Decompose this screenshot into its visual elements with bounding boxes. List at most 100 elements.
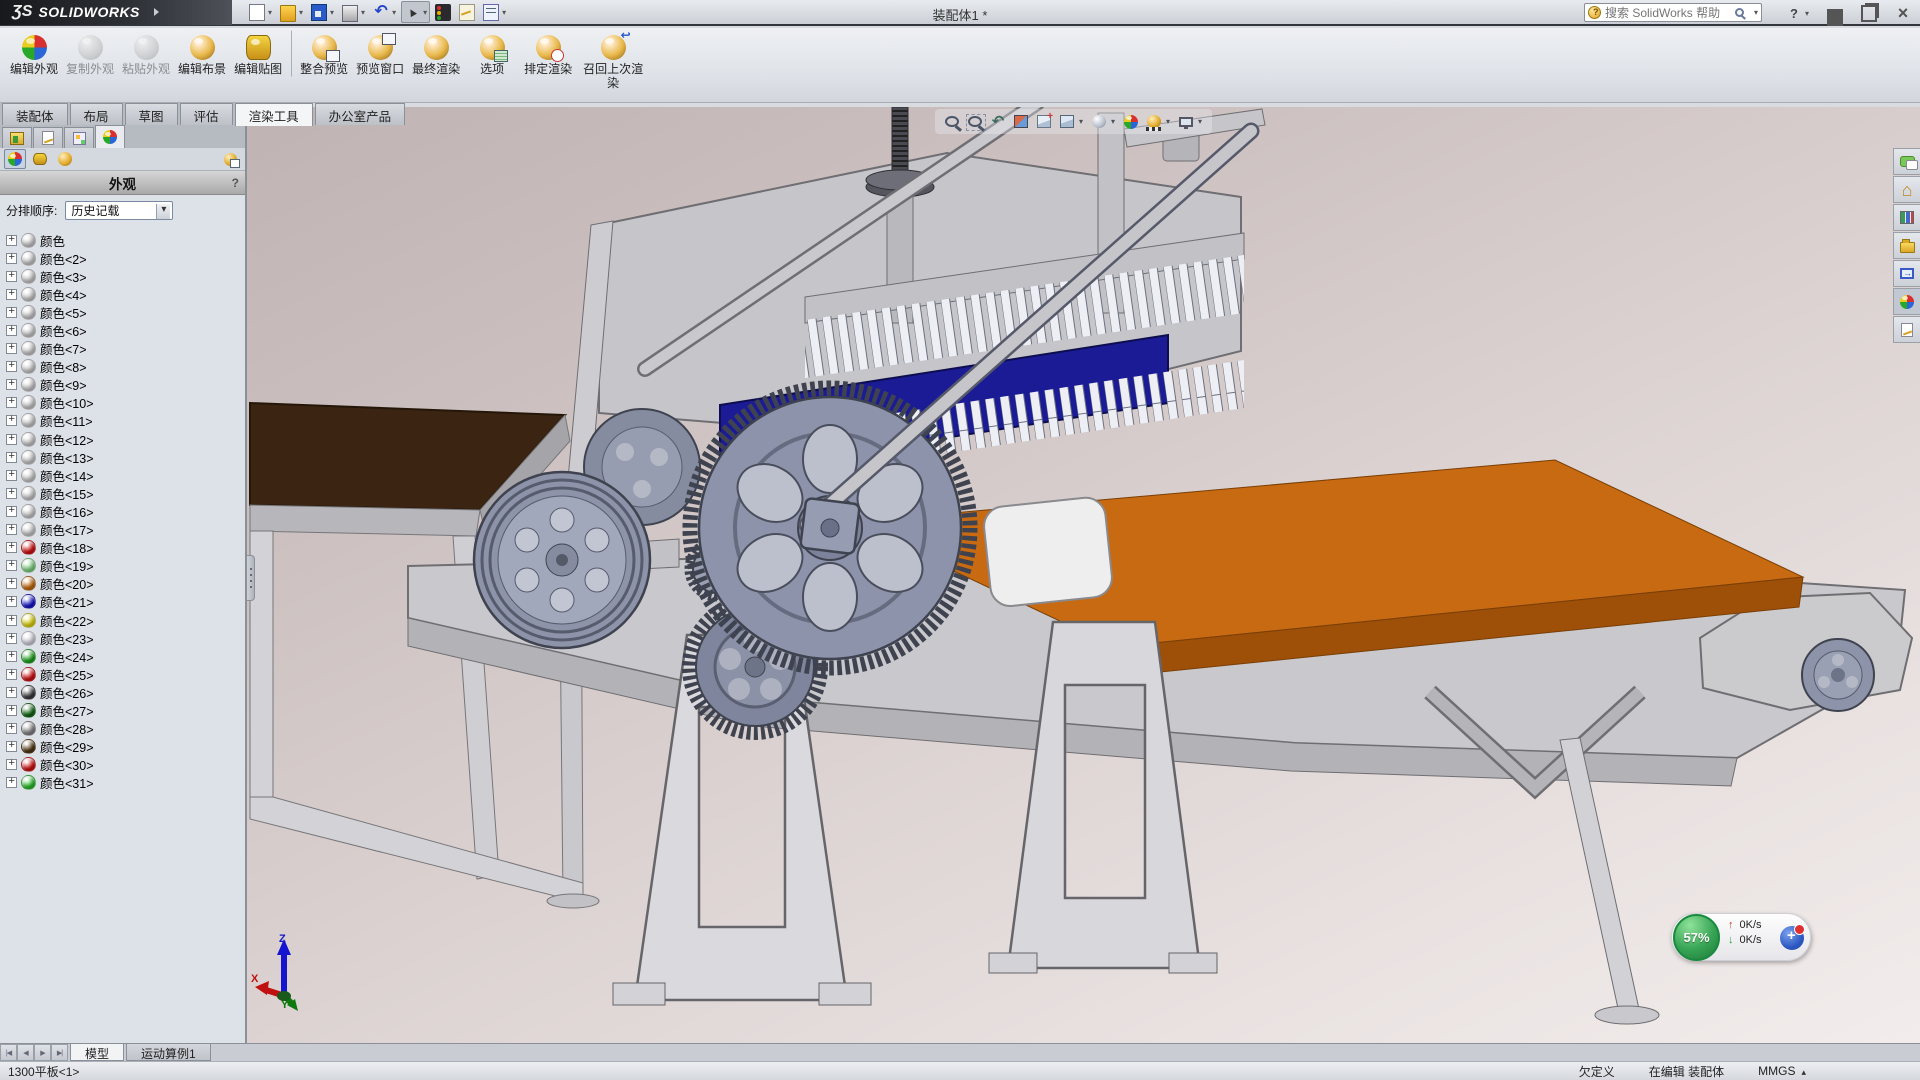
last-study-button[interactable]: [51, 1044, 68, 1061]
edit-scene-button[interactable]: 编辑布景: [174, 30, 230, 77]
expand-icon[interactable]: [6, 578, 17, 589]
zoom-to-fit-button[interactable]: [945, 111, 959, 133]
sort-order-select[interactable]: 历史记载: [65, 201, 173, 220]
solidworks-forum-tab[interactable]: [1893, 148, 1920, 175]
previous-view-button[interactable]: [991, 111, 1005, 133]
appearance-tree-item[interactable]: 颜色<6>: [4, 321, 245, 339]
appearance-tree-item[interactable]: 颜色<9>: [4, 376, 245, 394]
expand-icon[interactable]: [6, 307, 17, 318]
design-library-tab[interactable]: [1893, 204, 1920, 231]
expand-icon[interactable]: [6, 669, 17, 680]
expand-icon[interactable]: [6, 777, 17, 788]
viewport-restore-button[interactable]: [1875, 109, 1891, 124]
appearance-tree-item[interactable]: 颜色<19>: [4, 557, 245, 575]
expand-icon[interactable]: [6, 289, 17, 300]
copy-appearance-button[interactable]: 复制外观: [62, 30, 118, 77]
expand-icon[interactable]: [6, 325, 17, 336]
expand-icon[interactable]: [6, 397, 17, 408]
logo-flyout-icon[interactable]: [154, 8, 159, 16]
expand-icon[interactable]: [6, 235, 17, 246]
appearance-tree-item[interactable]: 颜色<26>: [4, 683, 245, 701]
edit-appearance-hud-button[interactable]: [1124, 111, 1138, 133]
open-preview-button[interactable]: [219, 149, 241, 169]
appearances-scenes-tab[interactable]: [1893, 288, 1920, 315]
options-button[interactable]: [456, 1, 478, 23]
tab-office-products[interactable]: 办公室产品: [315, 103, 406, 125]
expand-icon[interactable]: [6, 633, 17, 644]
split-right-button[interactable]: [1829, 109, 1845, 124]
expand-icon[interactable]: [6, 615, 17, 626]
unit-system-button[interactable]: MMGS: [1758, 1064, 1806, 1078]
tab-layout[interactable]: 布局: [70, 103, 123, 125]
file-explorer-tab[interactable]: [1893, 232, 1920, 259]
expand-icon[interactable]: [6, 687, 17, 698]
appearance-tree-item[interactable]: 颜色<3>: [4, 267, 245, 285]
expand-icon[interactable]: [6, 542, 17, 553]
apply-scene-button[interactable]: [1147, 111, 1170, 133]
display-style-button[interactable]: [1092, 111, 1115, 133]
expand-icon[interactable]: [6, 452, 17, 463]
viewport-close-button[interactable]: [1898, 109, 1914, 124]
zoom-to-area-button[interactable]: [968, 111, 982, 133]
expand-icon[interactable]: [6, 434, 17, 445]
tab-assembly[interactable]: 装配体: [2, 103, 68, 125]
appearance-tree-item[interactable]: 颜色<2>: [4, 249, 245, 267]
display-manager-tab[interactable]: [95, 125, 125, 148]
appearance-tree-item[interactable]: 颜色<31>: [4, 774, 245, 792]
appearance-tree-item[interactable]: 颜色<18>: [4, 539, 245, 557]
appearance-tree-item[interactable]: 颜色: [4, 231, 245, 249]
expand-icon[interactable]: [6, 361, 17, 372]
view-selector-button[interactable]: [1037, 111, 1051, 133]
expand-icon[interactable]: [6, 343, 17, 354]
appearances-filter-button[interactable]: [4, 149, 26, 169]
appearance-tree-item[interactable]: 颜色<30>: [4, 756, 245, 774]
viewport-minimize-button[interactable]: [1852, 109, 1868, 124]
rebuild-button[interactable]: [432, 1, 454, 23]
view-orientation-button[interactable]: [1060, 111, 1083, 133]
expand-icon[interactable]: [6, 253, 17, 264]
appearance-tree-item[interactable]: 颜色<10>: [4, 394, 245, 412]
tab-sketch[interactable]: 草图: [125, 103, 178, 125]
configuration-manager-tab[interactable]: [64, 127, 94, 148]
panel-splitter-grip[interactable]: [247, 555, 255, 601]
appearance-tree-item[interactable]: 颜色<22>: [4, 611, 245, 629]
checklist-button[interactable]: [480, 1, 509, 23]
motion-study-tab[interactable]: 运动算例1: [126, 1044, 211, 1061]
appearance-tree-item[interactable]: 颜色<28>: [4, 720, 245, 738]
custom-properties-tab[interactable]: [1893, 316, 1920, 343]
download-widget[interactable]: 57% 0K/s 0K/s: [1671, 913, 1811, 961]
section-view-button[interactable]: [1014, 111, 1028, 133]
expand-icon[interactable]: [6, 723, 17, 734]
appearance-tree-item[interactable]: 颜色<16>: [4, 502, 245, 520]
appearance-tree-item[interactable]: 颜色<29>: [4, 738, 245, 756]
appearance-tree-item[interactable]: 颜色<14>: [4, 466, 245, 484]
close-button[interactable]: [1890, 2, 1916, 24]
status-tag-icon[interactable]: [1890, 1064, 1906, 1079]
expand-icon[interactable]: [6, 560, 17, 571]
appearance-tree-item[interactable]: 颜色<25>: [4, 665, 245, 683]
print-button[interactable]: [339, 1, 368, 23]
tab-render-tools[interactable]: 渲染工具: [235, 103, 313, 126]
appearance-tree-item[interactable]: 颜色<8>: [4, 358, 245, 376]
undo-button[interactable]: [370, 1, 399, 23]
preview-window-button[interactable]: 预览窗口: [352, 30, 408, 77]
panel-help-icon[interactable]: ?: [232, 176, 239, 190]
schedule-render-button[interactable]: 排定渲染: [520, 30, 576, 77]
status-help-icon[interactable]: [1840, 1064, 1856, 1079]
appearance-tree-item[interactable]: 颜色<17>: [4, 521, 245, 539]
3d-viewport[interactable]: Z X Y 57% 0K/s 0K/s: [247, 107, 1920, 1043]
appearance-tree-item[interactable]: 颜色<13>: [4, 448, 245, 466]
appearance-tree-item[interactable]: 颜色<23>: [4, 629, 245, 647]
edit-decal-button[interactable]: 编辑贴图: [230, 30, 286, 77]
property-manager-tab[interactable]: [33, 127, 63, 148]
appearance-tree-item[interactable]: 颜色<7>: [4, 340, 245, 358]
recall-last-render-button[interactable]: 召回上次渲染: [576, 30, 650, 91]
expand-icon[interactable]: [6, 705, 17, 716]
final-render-button[interactable]: 最终渲染: [408, 30, 464, 77]
search-icon[interactable]: [1735, 8, 1744, 17]
minimize-button[interactable]: [1822, 2, 1848, 24]
scenes-lights-filter-button[interactable]: [54, 149, 76, 169]
help-button[interactable]: [1781, 2, 1814, 24]
expand-icon[interactable]: [6, 741, 17, 752]
appearance-tree-item[interactable]: 颜色<11>: [4, 412, 245, 430]
